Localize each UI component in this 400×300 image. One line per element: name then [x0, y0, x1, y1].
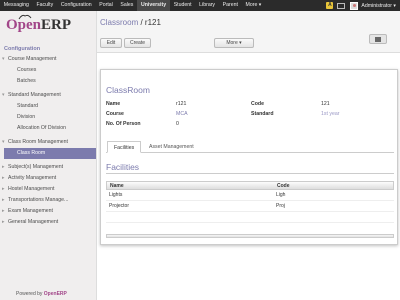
breadcrumb-separator: /: [138, 18, 145, 27]
powered-by-prefix: Powered by: [16, 291, 43, 297]
sidebar-item-batches[interactable]: Batches: [0, 76, 96, 87]
cell-name: Projector: [109, 203, 130, 209]
sidebar-menu: Course Management Courses Batches Standa…: [0, 54, 96, 228]
sidebar-item-class-room[interactable]: Class Room: [4, 148, 96, 159]
standard-link[interactable]: 1st year: [321, 111, 339, 117]
view-header: Classroom / r121 Edit Create More ▾: [97, 11, 400, 53]
logo-hat-icon: [18, 14, 32, 20]
more-button[interactable]: More ▾: [214, 38, 254, 48]
table-footer: [106, 234, 394, 238]
sidebar-item-standard-management[interactable]: Standard Management: [0, 90, 96, 101]
sidebar-item-transportations-management[interactable]: Transportations Manage...: [0, 195, 96, 206]
sidebar-item-standard[interactable]: Standard: [0, 101, 96, 112]
topnav-student[interactable]: Student: [170, 0, 195, 11]
name-field[interactable]: r121: [176, 101, 186, 107]
topnav-library[interactable]: Library: [195, 0, 218, 11]
openerp-logo[interactable]: OpenERP: [6, 14, 72, 33]
sidebar: OpenERP Configuration Course Management …: [0, 11, 96, 300]
course-label: Course: [106, 111, 124, 117]
cell-code: Ligh: [276, 192, 286, 198]
sidebar-item-general-management[interactable]: General Management: [0, 217, 96, 228]
topnav-parent[interactable]: Parent: [219, 0, 242, 11]
table-row[interactable]: Lights Ligh: [106, 190, 394, 201]
topnav-university[interactable]: University: [137, 0, 170, 11]
table-header: Name Code: [106, 181, 394, 190]
standard-label: Standard: [251, 111, 274, 117]
top-menu: Messaging Faculty Configuration Portal S…: [0, 0, 265, 11]
course-link[interactable]: MCA: [176, 111, 188, 117]
tab-asset-management[interactable]: Asset Management: [143, 141, 200, 153]
topnav-sales[interactable]: Sales: [117, 0, 138, 11]
sidebar-section-title: Configuration: [4, 46, 41, 52]
facilities-table: Name Code Lights Ligh Projector Proj: [106, 181, 394, 223]
mail-icon[interactable]: [337, 2, 346, 9]
main-content: Classroom / r121 Edit Create More ▾ Clas…: [96, 11, 400, 300]
sidebar-item-exam-management[interactable]: Exam Management: [0, 206, 96, 217]
notification-badge-icon[interactable]: A: [326, 2, 334, 9]
edit-button[interactable]: Edit: [100, 38, 122, 48]
code-label: Code: [251, 101, 264, 107]
code-field[interactable]: 121: [321, 101, 330, 107]
form-tabs: Facilities Asset Management: [106, 141, 394, 153]
powered-by-link[interactable]: OpenERP: [44, 291, 67, 297]
sidebar-item-course-management[interactable]: Course Management: [0, 54, 96, 65]
sidebar-item-division[interactable]: Division: [0, 112, 96, 123]
topnav-portal[interactable]: Portal: [95, 0, 116, 11]
topnav-faculty[interactable]: Faculty: [33, 0, 57, 11]
sidebar-item-subjects-management[interactable]: Subject(s) Management: [0, 162, 96, 173]
breadcrumb-classroom-link[interactable]: Classroom: [100, 18, 138, 27]
name-label: Name: [106, 101, 121, 107]
persons-field[interactable]: 0: [176, 121, 179, 127]
sidebar-item-courses[interactable]: Courses: [0, 65, 96, 76]
logo-erp-text: ERP: [41, 17, 72, 33]
topnav-configuration[interactable]: Configuration: [57, 0, 95, 11]
sidebar-item-hostel-management[interactable]: Hostel Management: [0, 184, 96, 195]
topnav-more[interactable]: More ▾: [242, 0, 265, 11]
sidebar-item-activity-management[interactable]: Activity Management: [0, 173, 96, 184]
cell-code: Proj: [276, 203, 285, 209]
form-sheet: ClassRoom Name r121 Code 121 Course MCA …: [100, 69, 398, 245]
cell-name: Lights: [109, 192, 123, 198]
section-divider: [106, 173, 394, 174]
persons-label: No. Of Person: [106, 121, 141, 127]
form-view-switch-icon[interactable]: [369, 34, 387, 44]
breadcrumb: Classroom / r121: [100, 18, 161, 27]
avatar[interactable]: [350, 1, 359, 10]
form-title: ClassRoom: [106, 85, 150, 95]
tab-facilities[interactable]: Facilities: [107, 141, 142, 153]
table-row[interactable]: Projector Proj: [106, 201, 394, 212]
user-menu[interactable]: Administrator ▾: [361, 3, 396, 9]
user-area: A Administrator ▾: [326, 0, 400, 11]
create-button[interactable]: Create: [124, 38, 151, 48]
sidebar-item-class-room-management[interactable]: Class Room Management: [0, 137, 96, 148]
sidebar-item-allocation-of-division[interactable]: Allocation Of Division: [0, 123, 96, 134]
table-empty-row: [106, 212, 394, 223]
breadcrumb-current: r121: [144, 18, 161, 27]
top-navigation-bar: Messaging Faculty Configuration Portal S…: [0, 0, 400, 11]
facilities-section-title: Facilities: [106, 162, 140, 172]
powered-by: Powered by OpenERP: [16, 291, 67, 297]
topnav-messaging[interactable]: Messaging: [0, 0, 33, 11]
